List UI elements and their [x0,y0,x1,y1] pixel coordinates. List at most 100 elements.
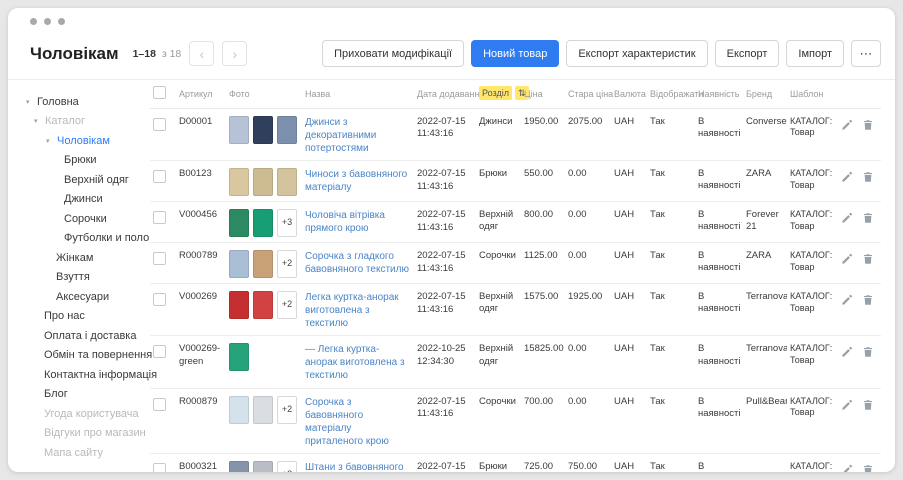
column-header[interactable]: Артикул [176,80,226,108]
more-photos-badge[interactable]: +2 [277,461,297,472]
product-photo[interactable] [229,291,249,319]
column-header[interactable]: Валюта [611,80,647,108]
column-header[interactable]: Дата додавання [414,80,476,108]
trash-icon[interactable] [862,346,874,359]
sidebar-item[interactable]: Сорочки [24,209,146,229]
product-name-link[interactable]: Джинси з декоративними потертостями [305,116,411,155]
column-header[interactable]: Ціна [521,80,565,108]
sidebar-item[interactable]: Оплата і доставка [24,326,146,346]
column-header[interactable]: Фото [226,80,302,108]
window-control-dot[interactable] [44,18,51,25]
product-name-link[interactable]: Сорочка з бавовняного матеріалу притален… [305,396,411,448]
product-photo[interactable] [229,396,249,424]
sidebar-item[interactable]: Брюки [24,151,146,171]
column-header[interactable]: Розділ⇅ [476,80,521,108]
hide-modifications-button[interactable]: Приховати модифікації [322,40,464,67]
sidebar-item[interactable]: Обмін та повернення [24,346,146,366]
product-photo[interactable] [253,396,273,424]
window-control-dot[interactable] [30,18,37,25]
product-photo[interactable] [229,343,249,371]
product-photo[interactable] [253,116,273,144]
row-checkbox[interactable] [153,293,166,306]
sidebar-item[interactable]: Контактна інформація [24,365,146,385]
more-photos-badge[interactable]: +2 [277,250,297,278]
trash-icon[interactable] [862,399,874,412]
product-sku: V000456 [179,209,217,220]
row-checkbox[interactable] [153,398,166,411]
row-checkbox[interactable] [153,252,166,265]
sidebar-item[interactable]: Відгуки про магазин [24,424,146,444]
select-all-checkbox[interactable] [153,86,166,99]
product-name-link[interactable]: Сорочка з гладкого бавовняного текстилю [305,250,411,276]
column-header[interactable]: Стара ціна [565,80,611,108]
sidebar-item[interactable]: Про нас [24,307,146,327]
edit-icon[interactable] [841,171,853,184]
more-photos-badge[interactable]: +2 [277,396,297,424]
sidebar-item[interactable]: Футболки и поло [24,229,146,249]
edit-icon[interactable] [841,464,853,472]
edit-icon[interactable] [841,212,853,225]
edit-icon[interactable] [841,294,853,307]
product-photo[interactable] [253,461,273,472]
trash-icon[interactable] [862,119,874,132]
product-name-link[interactable]: — Легка куртка-анорак виготовлена з текс… [305,343,411,382]
trash-icon[interactable] [862,253,874,266]
sidebar-item[interactable]: ▾Головна [24,92,146,112]
trash-icon[interactable] [862,464,874,472]
more-actions-button[interactable]: ⋯ [851,40,881,67]
trash-icon[interactable] [862,171,874,184]
product-photo[interactable] [277,116,297,144]
product-photo[interactable] [229,250,249,278]
product-name-link[interactable]: Легка куртка-анорак виготовлена з тексти… [305,291,411,330]
sidebar-item[interactable]: Верхній одяг [24,170,146,190]
trash-icon[interactable] [862,294,874,307]
prev-page-button[interactable]: ‹ [189,41,214,66]
product-photo[interactable] [253,250,273,278]
edit-icon[interactable] [841,119,853,132]
column-header[interactable]: Відображати [647,80,695,108]
sidebar-item[interactable]: Жінкам [24,248,146,268]
trash-icon[interactable] [862,212,874,225]
edit-icon[interactable] [841,253,853,266]
sidebar-item[interactable]: Джинси [24,190,146,210]
product-name-link[interactable]: Штани з бавовняного матеріалу прямого кр… [305,461,411,472]
product-photo[interactable] [229,461,249,472]
column-header[interactable]: Бренд [743,80,787,108]
more-photos-badge[interactable]: +3 [277,209,297,237]
row-checkbox[interactable] [153,118,166,131]
sidebar-item[interactable]: Блог [24,385,146,405]
export-button[interactable]: Експорт [715,40,780,67]
edit-icon[interactable] [841,346,853,359]
product-photo[interactable] [253,291,273,319]
sidebar-item[interactable]: ▾Чоловікам [24,131,146,151]
export-characteristics-button[interactable]: Експорт характеристик [566,40,707,67]
sidebar-item[interactable]: ▾Каталог [24,112,146,132]
table-row: B000321+2Штани з бавовняного матеріалу п… [150,453,881,472]
sidebar-item[interactable]: Аксесуари [24,287,146,307]
more-photos-badge[interactable]: +2 [277,291,297,319]
product-photo[interactable] [229,168,249,196]
row-checkbox[interactable] [153,170,166,183]
sidebar-item[interactable]: Угода користувача [24,404,146,424]
sidebar-item[interactable]: Мапа сайту [24,443,146,463]
row-checkbox[interactable] [153,211,166,224]
row-checkbox[interactable] [153,463,166,472]
product-photo[interactable] [253,168,273,196]
product-name-link[interactable]: Чоловіча вітрівка прямого крою [305,209,411,235]
import-button[interactable]: Імпорт [786,40,844,67]
column-header[interactable]: Назва [302,80,414,108]
product-photo[interactable] [229,116,249,144]
product-name-link[interactable]: Чиноси з бавовняного матеріалу [305,168,411,194]
product-photo[interactable] [229,209,249,237]
product-photo[interactable] [253,209,273,237]
new-product-button[interactable]: Новий товар [471,40,559,67]
window-control-dot[interactable] [58,18,65,25]
product-photo[interactable] [277,168,297,196]
sidebar-item-label: Мапа сайту [44,447,103,459]
column-header[interactable]: Наявність [695,80,743,108]
row-checkbox[interactable] [153,345,166,358]
column-header[interactable]: Шаблон [787,80,841,108]
edit-icon[interactable] [841,399,853,412]
sidebar-item[interactable]: Взуття [24,268,146,288]
next-page-button[interactable]: › [222,41,247,66]
